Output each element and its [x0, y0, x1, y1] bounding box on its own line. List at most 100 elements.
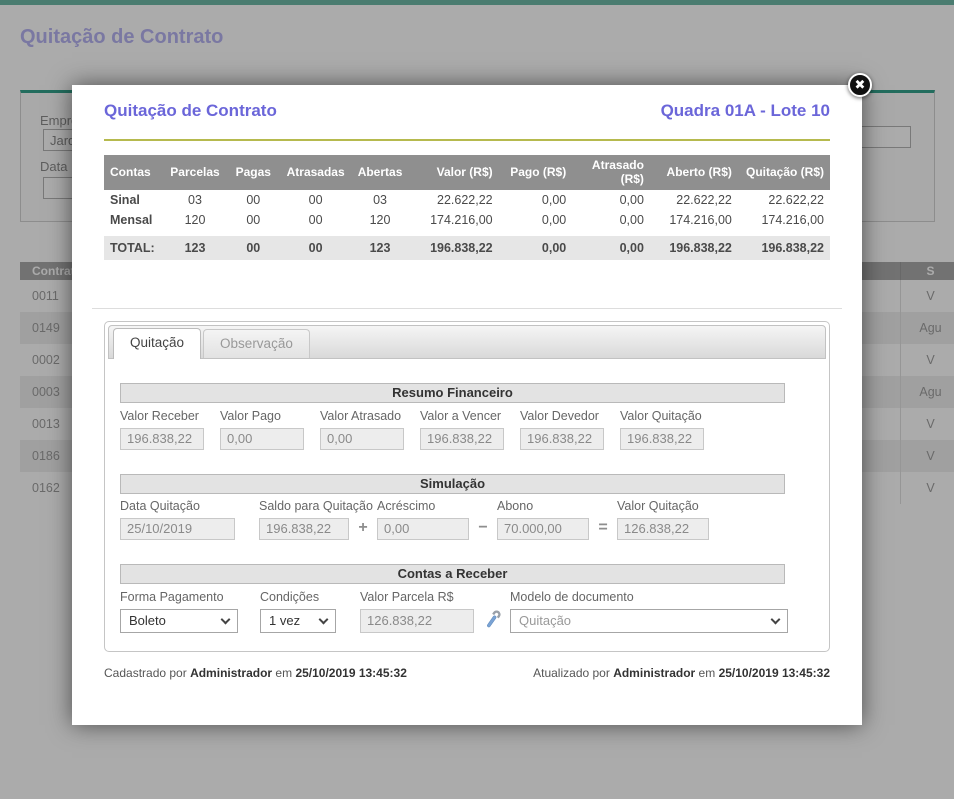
cell: 03 — [163, 190, 226, 210]
modal-title: Quitação de Contrato — [104, 101, 277, 121]
cell: 0,00 — [572, 210, 650, 230]
tab-content-quitacao: Resumo Financeiro Valor Receber Valor Pa… — [108, 359, 826, 633]
tab-label: Quitação — [130, 335, 184, 350]
acrescimo-field: Acréscimo — [377, 499, 469, 540]
resumo-fields-row: Valor Receber Valor Pago Valor Atrasado … — [120, 409, 826, 450]
col-atrasado: Atrasado (R$) — [572, 155, 650, 190]
col-valor: Valor (R$) — [409, 155, 499, 190]
abono-field: Abono — [497, 499, 589, 540]
modal-footer: Cadastrado por Administrador em 25/10/20… — [104, 666, 830, 680]
field-label: Valor Receber — [120, 409, 204, 423]
valor-parcela-field: Valor Parcela R$ — [360, 590, 474, 633]
cell: 0,00 — [572, 236, 650, 260]
close-icon: ✖ — [855, 77, 866, 92]
forma-pagamento-select[interactable]: Boleto — [120, 609, 238, 633]
col-pagas: Pagas — [227, 155, 280, 190]
cell: Mensal — [104, 210, 163, 230]
updated-prefix: Atualizado por — [533, 666, 610, 680]
created-info: Cadastrado por Administrador em 25/10/20… — [104, 666, 407, 680]
chevron-down-icon — [221, 614, 231, 624]
valor-quitacao-sim-field: Valor Quitação — [617, 499, 709, 540]
modal-subtitle: Quadra 01A - Lote 10 — [661, 101, 830, 121]
col-atrasadas: Atrasadas — [280, 155, 352, 190]
cell: 00 — [280, 236, 352, 260]
forma-pagamento-field: Forma Pagamento Boleto — [120, 590, 238, 633]
field-label: Forma Pagamento — [120, 590, 238, 604]
cell: 22.622,22 — [738, 190, 830, 210]
section-divider — [92, 308, 842, 309]
cell: 0,00 — [499, 190, 573, 210]
saldo-quitacao-input — [259, 518, 349, 540]
valor-pago-input — [220, 428, 304, 450]
valor-a-vencer-input — [420, 428, 504, 450]
cell: 0,00 — [499, 236, 573, 260]
valor-devedor-field: Valor Devedor — [520, 409, 604, 450]
close-button[interactable]: ✖ — [848, 73, 872, 97]
created-conj: em — [275, 666, 292, 680]
cell: 00 — [227, 236, 280, 260]
cell: 00 — [227, 190, 280, 210]
screen: Quitação de Contrato Empre Data i Contra… — [0, 0, 954, 799]
accounts-header-row: Contas Parcelas Pagas Atrasadas Abertas … — [104, 155, 830, 190]
valor-devedor-input — [520, 428, 604, 450]
cell: 00 — [280, 210, 352, 230]
valor-quitacao-input — [620, 428, 704, 450]
valor-receber-input — [120, 428, 204, 450]
field-label: Modelo de documento — [510, 590, 788, 604]
updated-conj: em — [699, 666, 716, 680]
equals-operator: = — [597, 519, 609, 540]
valor-atrasado-input — [320, 428, 404, 450]
title-divider — [104, 139, 830, 141]
cell: 0,00 — [499, 210, 573, 230]
selected-value: 1 vez — [269, 613, 300, 628]
simulacao-fields-row: Data Quitação Saldo para Quitação + Acré… — [120, 499, 826, 540]
field-label: Valor a Vencer — [420, 409, 504, 423]
wrench-icon[interactable] — [482, 610, 502, 632]
chevron-down-icon — [771, 614, 781, 624]
field-label: Saldo para Quitação — [259, 499, 349, 513]
section-simulacao: Simulação — [120, 474, 785, 494]
quitacao-modal: ✖ Quitação de Contrato Quadra 01A - Lote… — [72, 85, 862, 725]
tab-quitacao[interactable]: Quitação — [113, 328, 201, 359]
section-contas-receber: Contas a Receber — [120, 564, 785, 584]
tabs-header: Quitação Observação — [108, 325, 826, 359]
field-label: Abono — [497, 499, 589, 513]
minus-operator: − — [477, 519, 489, 540]
col-quitacao: Quitação (R$) — [738, 155, 830, 190]
chevron-down-icon — [319, 614, 329, 624]
cell: 123 — [351, 236, 408, 260]
cell: 120 — [351, 210, 408, 230]
tab-observacao[interactable]: Observação — [203, 329, 310, 358]
condicoes-select[interactable]: 1 vez — [260, 609, 336, 633]
contas-receber-row: Forma Pagamento Boleto Condições 1 vez — [120, 590, 826, 633]
modelo-documento-select[interactable]: Quitação — [510, 609, 788, 633]
field-label: Valor Pago — [220, 409, 304, 423]
created-user: Administrador — [190, 666, 272, 680]
cell: 174.216,00 — [650, 210, 738, 230]
valor-receber-field: Valor Receber — [120, 409, 204, 450]
accounts-row-sinal: Sinal 03 00 00 03 22.622,22 0,00 0,00 22… — [104, 190, 830, 210]
field-label: Valor Atrasado — [320, 409, 404, 423]
cell: 196.838,22 — [650, 236, 738, 260]
updated-datetime: 25/10/2019 13:45:32 — [719, 666, 830, 680]
data-quitacao-input — [120, 518, 235, 540]
accounts-row-mensal: Mensal 120 00 00 120 174.216,00 0,00 0,0… — [104, 210, 830, 230]
plus-operator: + — [357, 519, 369, 540]
cell: 22.622,22 — [650, 190, 738, 210]
cell: 00 — [227, 210, 280, 230]
cell: 0,00 — [572, 190, 650, 210]
cell: Sinal — [104, 190, 163, 210]
tabs-widget: Quitação Observação Resumo Financeiro Va… — [104, 321, 830, 652]
field-label: Valor Devedor — [520, 409, 604, 423]
modelo-documento-field: Modelo de documento Quitação — [510, 590, 788, 633]
cell: TOTAL: — [104, 236, 163, 260]
cell: 123 — [163, 236, 226, 260]
cell: 120 — [163, 210, 226, 230]
cell: 196.838,22 — [738, 236, 830, 260]
updated-user: Administrador — [613, 666, 695, 680]
accounts-row-total: TOTAL: 123 00 00 123 196.838,22 0,00 0,0… — [104, 236, 830, 260]
created-datetime: 25/10/2019 13:45:32 — [295, 666, 406, 680]
data-quitacao-field: Data Quitação — [120, 499, 235, 540]
valor-parcela-input — [360, 609, 474, 633]
col-parcelas: Parcelas — [163, 155, 226, 190]
